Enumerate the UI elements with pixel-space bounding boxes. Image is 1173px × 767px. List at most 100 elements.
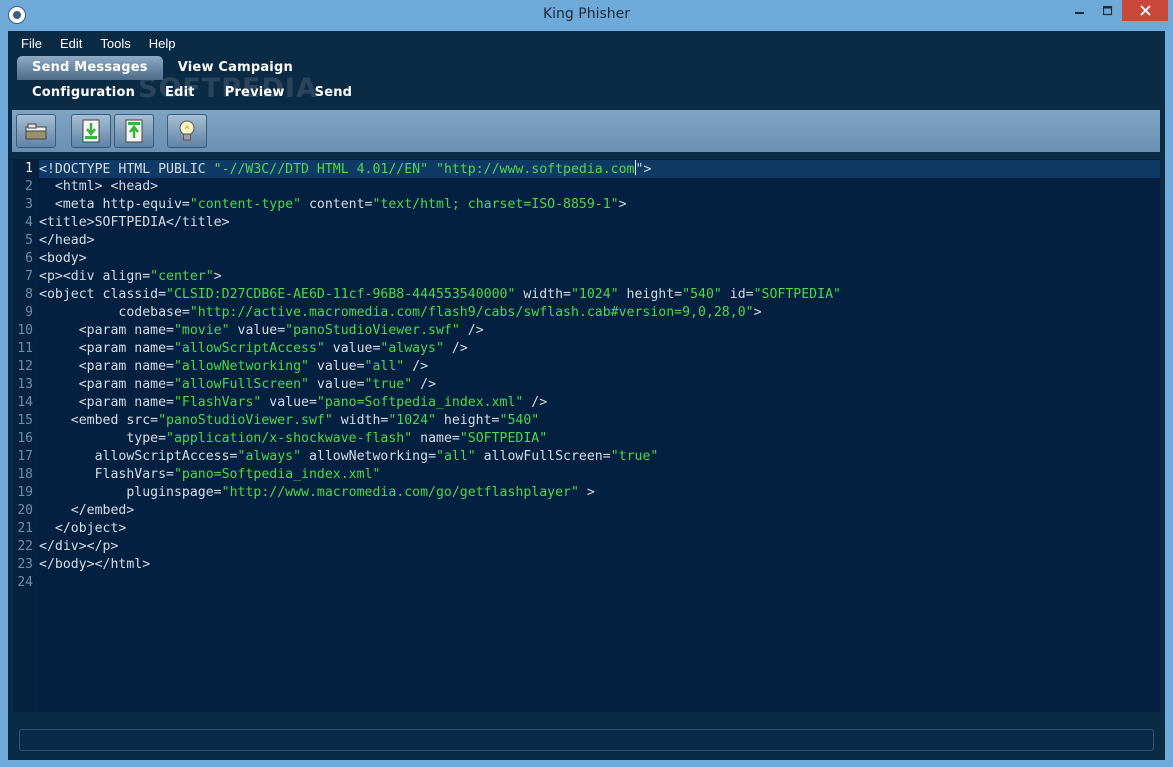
code-line[interactable]: </embed> (39, 502, 1160, 520)
code-line[interactable]: <body> (39, 250, 1160, 268)
status-bar (19, 729, 1154, 751)
code-string: "SOFTPEDIA" (753, 287, 841, 302)
line-number: 11 (17, 341, 33, 356)
code-line[interactable]: </object> (39, 520, 1160, 538)
code-string: "CLSID:D27CDB6E-AE6D-11cf-96B8-444553540… (166, 287, 516, 302)
maximize-button[interactable] (1094, 0, 1122, 21)
menu-bar: File Edit Tools Help (8, 31, 1169, 55)
code-line[interactable]: </div></p> (39, 538, 1160, 556)
code-line[interactable]: <param name="movie" value="panoStudioVie… (39, 322, 1160, 340)
code-string: "http://active.macromedia.com/flash9/cab… (189, 305, 754, 320)
code-text: > (578, 485, 595, 500)
code-line[interactable]: allowScriptAccess="always" allowNetworki… (39, 448, 1160, 466)
code-line[interactable]: <meta http-equiv="content-type" content=… (39, 196, 1160, 214)
code-line[interactable]: </body></html> (39, 556, 1160, 574)
code-text: > (753, 305, 762, 320)
code-line[interactable]: <param name="allowScriptAccess" value="a… (39, 340, 1160, 358)
code-text: <param name= (39, 359, 174, 374)
line-number: 6 (25, 251, 33, 266)
code-string: "center" (150, 269, 214, 284)
code-editor[interactable]: 1 2 3 4 5 6 7 8 9 10 11 12 13 14 15 16 17 18 19 20 21 22 23 24 … (13, 159, 1160, 712)
code-line[interactable]: <param name="FlashVars" value="pano=Soft… (39, 394, 1160, 412)
code-string: "FlashVars" (173, 395, 262, 410)
minimize-button[interactable] (1066, 0, 1094, 21)
close-button[interactable] (1122, 0, 1168, 21)
line-number: 16 (17, 431, 33, 446)
menu-edit[interactable]: Edit (51, 36, 91, 51)
code-text: content= (301, 197, 373, 212)
code-line[interactable]: <title>SOFTPEDIA</title> (39, 214, 1160, 232)
code-line[interactable]: type="application/x-shockwave-flash" nam… (39, 430, 1160, 448)
tip-button[interactable] (167, 114, 207, 148)
code-text: > (213, 269, 222, 284)
line-number: 12 (17, 359, 33, 374)
tab-configuration[interactable]: Configuration (17, 81, 150, 105)
code-line[interactable]: <embed src="panoStudioViewer.swf" width=… (39, 412, 1160, 430)
open-file-button[interactable] (16, 114, 56, 148)
code-text: /> (404, 359, 429, 374)
code-line[interactable]: </head> (39, 232, 1160, 250)
code-string: "content-type" (189, 197, 302, 212)
code-area[interactable]: <!DOCTYPE HTML PUBLIC "-//W3C//DTD HTML … (39, 160, 1160, 592)
code-line[interactable]: <html> <head> (39, 178, 1160, 196)
code-text: height= (618, 287, 683, 302)
code-line[interactable]: <param name="allowNetworking" value="all… (39, 358, 1160, 376)
maximize-icon (1103, 5, 1113, 15)
export-icon (125, 119, 143, 143)
code-text: </embed> (39, 503, 135, 518)
window-title: King Phisher (542, 6, 631, 22)
line-number: 1 (25, 161, 33, 176)
code-line[interactable]: <p><div align="center"> (39, 268, 1160, 286)
code-line[interactable]: FlashVars="pano=Softpedia_index.xml" (39, 466, 1160, 484)
tab-edit[interactable]: Edit (150, 81, 210, 105)
line-number: 17 (17, 449, 33, 464)
code-text: "> (635, 162, 652, 177)
code-text: <body> (39, 251, 87, 266)
app-window: File Edit Tools Help SOFTPEDIA Send Mess… (8, 31, 1165, 760)
menu-tools[interactable]: Tools (91, 36, 139, 51)
title-bar[interactable]: King Phisher (0, 0, 1173, 31)
code-string: "movie" (173, 323, 230, 338)
code-text: > (618, 197, 627, 212)
line-number: 13 (17, 377, 33, 392)
open-folder-icon (25, 123, 47, 140)
code-string: "panoStudioViewer.swf" (285, 323, 460, 338)
tab-preview[interactable]: Preview (210, 81, 300, 105)
line-number: 10 (17, 323, 33, 338)
line-number: 14 (17, 395, 33, 410)
code-string: "-//W3C//DTD HTML 4.01//EN" (213, 162, 429, 177)
code-line[interactable]: codebase="http://active.macromedia.com/f… (39, 304, 1160, 322)
line-number: 15 (17, 413, 33, 428)
line-number: 20 (17, 503, 33, 518)
code-string: "540" (682, 287, 722, 302)
code-text: <param name= (39, 377, 174, 392)
code-line[interactable]: <object classid="CLSID:D27CDB6E-AE6D-11c… (39, 286, 1160, 304)
code-line[interactable]: <!DOCTYPE HTML PUBLIC "-//W3C//DTD HTML … (39, 160, 1160, 178)
code-text: allowFullScreen= (475, 449, 611, 464)
main-tabs: Send Messages View Campaign (17, 56, 308, 80)
code-string: "always" (237, 449, 302, 464)
menu-help[interactable]: Help (140, 36, 185, 51)
lightbulb-icon (179, 120, 195, 141)
code-text: value= (308, 377, 365, 392)
code-string: "text/html; charset=ISO-8859-1" (372, 197, 619, 212)
code-text: <!DOCTYPE HTML PUBLIC (39, 162, 214, 177)
code-string: "true" (610, 449, 659, 464)
tab-send-messages[interactable]: Send Messages (17, 56, 163, 80)
code-line[interactable]: pluginspage="http://www.macromedia.com/g… (39, 484, 1160, 502)
line-number: 2 (25, 179, 33, 194)
code-text: </head> (39, 233, 95, 248)
import-button[interactable] (71, 114, 111, 148)
code-line[interactable] (39, 574, 1160, 592)
export-button[interactable] (114, 114, 154, 148)
code-string: "all" (436, 449, 476, 464)
code-line[interactable]: <param name="allowFullScreen" value="tru… (39, 376, 1160, 394)
code-text: name= (412, 431, 460, 446)
menu-file[interactable]: File (12, 36, 51, 51)
code-text: <param name= (39, 395, 174, 410)
code-text: codebase= (39, 305, 190, 320)
tab-send[interactable]: Send (300, 81, 368, 105)
tab-view-campaign[interactable]: View Campaign (163, 56, 308, 80)
sub-tabs: Configuration Edit Preview Send (17, 81, 367, 105)
code-text: value= (261, 395, 317, 410)
